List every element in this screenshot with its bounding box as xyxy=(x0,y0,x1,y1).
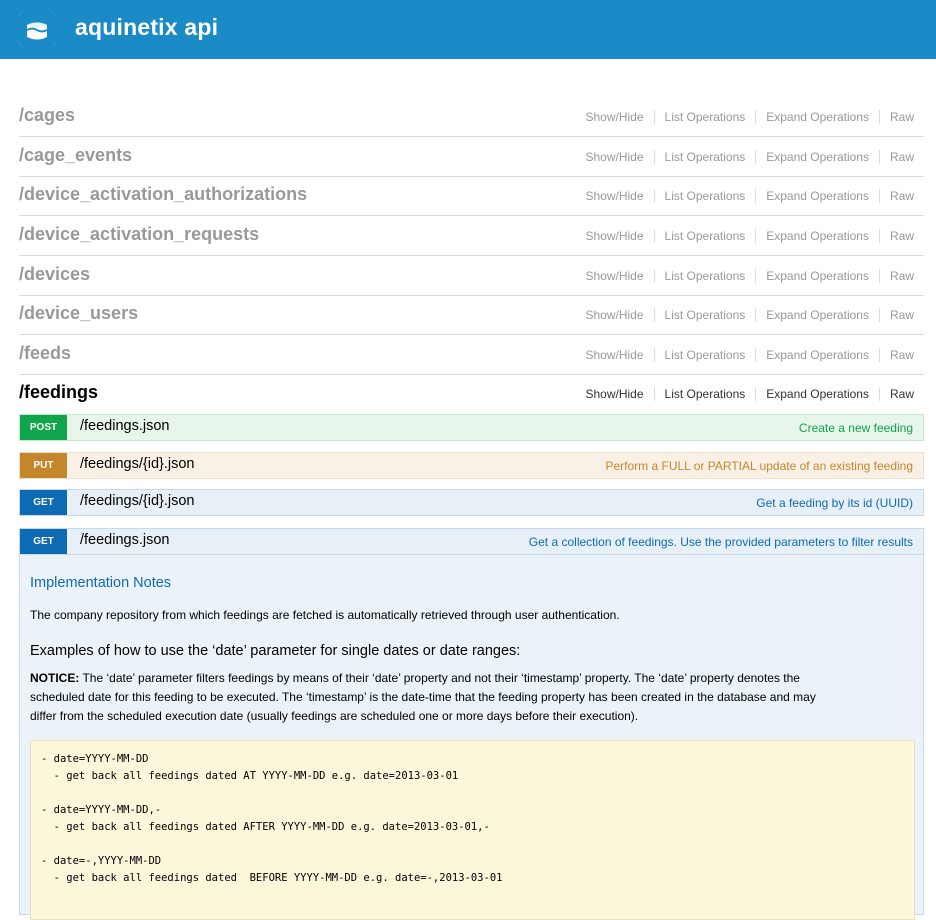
notice-text-2: scheduled date for this feeding to be ex… xyxy=(30,690,816,704)
list-operations-link[interactable]: List Operations xyxy=(655,308,757,322)
endpoint-put-feeding[interactable]: PUT /feedings/{id}.json Perform a FULL o… xyxy=(19,452,924,479)
endpoint-path[interactable]: /feedings/{id}.json xyxy=(80,456,194,472)
expand-operations-link[interactable]: Expand Operations xyxy=(756,348,880,362)
code-line: - get back all feedings dated BEFORE YYY… xyxy=(41,872,503,884)
resource-devices: /devices Show/Hide List Operations Expan… xyxy=(19,256,924,296)
expand-operations-link[interactable]: Expand Operations xyxy=(756,229,880,243)
list-operations-link[interactable]: List Operations xyxy=(655,150,757,164)
resource-ops: Show/Hide List Operations Expand Operati… xyxy=(576,348,914,362)
method-badge[interactable]: GET xyxy=(20,490,67,515)
endpoint-summary[interactable]: Create a new feeding xyxy=(799,421,913,435)
code-line: - date=-,YYYY-MM-DD xyxy=(41,855,162,867)
implementation-notes-text: The company repository from which feedin… xyxy=(30,608,620,622)
endpoint-path[interactable]: /feedings/{id}.json xyxy=(80,493,194,509)
resource-name[interactable]: /feeds xyxy=(19,343,71,364)
raw-link[interactable]: Raw xyxy=(880,189,914,203)
resource-name[interactable]: /device_activation_requests xyxy=(19,224,259,245)
resource-name[interactable]: /cages xyxy=(19,105,75,126)
resource-ops: Show/Hide List Operations Expand Operati… xyxy=(576,308,914,322)
resource-ops: Show/Hide List Operations Expand Operati… xyxy=(576,269,914,283)
code-line: - get back all feedings dated AT YYYY-MM… xyxy=(41,770,459,782)
raw-link[interactable]: Raw xyxy=(880,269,914,283)
list-operations-link[interactable]: List Operations xyxy=(655,269,757,283)
list-operations-link[interactable]: List Operations xyxy=(655,229,757,243)
resource-ops: Show/Hide List Operations Expand Operati… xyxy=(576,229,914,243)
show-hide-link[interactable]: Show/Hide xyxy=(576,150,655,164)
expand-operations-link[interactable]: Expand Operations xyxy=(756,189,880,203)
endpoint-get-feeding-by-id[interactable]: GET /feedings/{id}.json Get a feeding by… xyxy=(19,489,924,516)
endpoint-get-feedings[interactable]: GET /feedings.json Get a collection of f… xyxy=(19,528,924,555)
resource-feedings: /feedings Show/Hide List Operations Expa… xyxy=(19,374,924,414)
wave-cube-icon[interactable] xyxy=(19,11,55,47)
resource-name[interactable]: /device_activation_authorizations xyxy=(19,184,307,205)
endpoint-summary[interactable]: Get a feeding by its id (UUID) xyxy=(756,496,913,510)
code-example: - date=YYYY-MM-DD,- - get back all feedi… xyxy=(41,802,490,836)
resource-name[interactable]: /feedings xyxy=(19,382,98,403)
raw-link[interactable]: Raw xyxy=(880,348,914,362)
list-operations-link[interactable]: List Operations xyxy=(655,387,757,401)
code-line: - date=YYYY-MM-DD,- xyxy=(41,804,162,816)
method-badge[interactable]: PUT xyxy=(20,453,67,478)
resource-device-users: /device_users Show/Hide List Operations … xyxy=(19,295,924,335)
resource-name[interactable]: /devices xyxy=(19,264,90,285)
resource-name[interactable]: /cage_events xyxy=(19,145,132,166)
resource-ops: Show/Hide List Operations Expand Operati… xyxy=(576,189,914,203)
expand-operations-link[interactable]: Expand Operations xyxy=(756,308,880,322)
method-badge[interactable]: POST xyxy=(20,415,67,440)
show-hide-link[interactable]: Show/Hide xyxy=(576,189,655,203)
show-hide-link[interactable]: Show/Hide xyxy=(576,110,655,124)
expand-operations-link[interactable]: Expand Operations xyxy=(756,150,880,164)
show-hide-link[interactable]: Show/Hide xyxy=(576,269,655,283)
resource-name[interactable]: /device_users xyxy=(19,303,138,324)
endpoint-summary[interactable]: Perform a FULL or PARTIAL update of an e… xyxy=(606,459,914,473)
notice-label: NOTICE: xyxy=(30,671,80,685)
resource-cages: /cages Show/Hide List Operations Expand … xyxy=(19,97,924,137)
code-line: - date=YYYY-MM-DD xyxy=(41,753,149,765)
show-hide-link[interactable]: Show/Hide xyxy=(576,387,655,401)
code-example: - date=YYYY-MM-DD - get back all feeding… xyxy=(41,751,458,785)
resource-ops: Show/Hide List Operations Expand Operati… xyxy=(576,387,914,401)
raw-link[interactable]: Raw xyxy=(880,150,914,164)
method-badge[interactable]: GET xyxy=(20,529,67,554)
list-operations-link[interactable]: List Operations xyxy=(655,110,757,124)
expand-operations-link[interactable]: Expand Operations xyxy=(756,110,880,124)
endpoint-path[interactable]: /feedings.json xyxy=(80,532,169,548)
show-hide-link[interactable]: Show/Hide xyxy=(576,308,655,322)
code-example: - date=-,YYYY-MM-DD - get back all feedi… xyxy=(41,853,502,887)
list-operations-link[interactable]: List Operations xyxy=(655,189,757,203)
notice-text-1: The ‘date’ parameter filters feedings by… xyxy=(82,671,800,685)
examples-heading: Examples of how to use the ‘date’ parame… xyxy=(30,643,521,659)
list-operations-link[interactable]: List Operations xyxy=(655,348,757,362)
raw-link[interactable]: Raw xyxy=(880,387,914,401)
resource-ops: Show/Hide List Operations Expand Operati… xyxy=(576,110,914,124)
app-header: aquinetix api xyxy=(0,0,936,59)
resource-cage-events: /cage_events Show/Hide List Operations E… xyxy=(19,137,924,177)
resource-ops: Show/Hide List Operations Expand Operati… xyxy=(576,150,914,164)
resource-device-activation-authorizations: /device_activation_authorizations Show/H… xyxy=(19,176,924,216)
implementation-notes-title: Implementation Notes xyxy=(30,575,172,591)
endpoint-post-feedings[interactable]: POST /feedings.json Create a new feeding xyxy=(19,414,924,441)
show-hide-link[interactable]: Show/Hide xyxy=(576,348,655,362)
resource-device-activation-requests: /device_activation_requests Show/Hide Li… xyxy=(19,216,924,256)
endpoint-path[interactable]: /feedings.json xyxy=(80,418,169,434)
app-brand-title[interactable]: aquinetix api xyxy=(75,14,218,41)
code-line: - get back all feedings dated AFTER YYYY… xyxy=(41,821,490,833)
raw-link[interactable]: Raw xyxy=(880,308,914,322)
notice-text-3: differ from the scheduled execution date… xyxy=(30,709,639,723)
expand-operations-link[interactable]: Expand Operations xyxy=(756,269,880,283)
raw-link[interactable]: Raw xyxy=(880,229,914,243)
code-examples-box: - date=YYYY-MM-DD - get back all feeding… xyxy=(30,740,915,920)
raw-link[interactable]: Raw xyxy=(880,110,914,124)
notice-paragraph: NOTICE: The ‘date’ parameter filters fee… xyxy=(30,669,915,726)
show-hide-link[interactable]: Show/Hide xyxy=(576,229,655,243)
expand-operations-link[interactable]: Expand Operations xyxy=(756,387,880,401)
resource-feeds: /feeds Show/Hide List Operations Expand … xyxy=(19,335,924,375)
endpoint-summary[interactable]: Get a collection of feedings. Use the pr… xyxy=(529,535,913,549)
operation-details: Implementation Notes The company reposit… xyxy=(19,555,924,920)
